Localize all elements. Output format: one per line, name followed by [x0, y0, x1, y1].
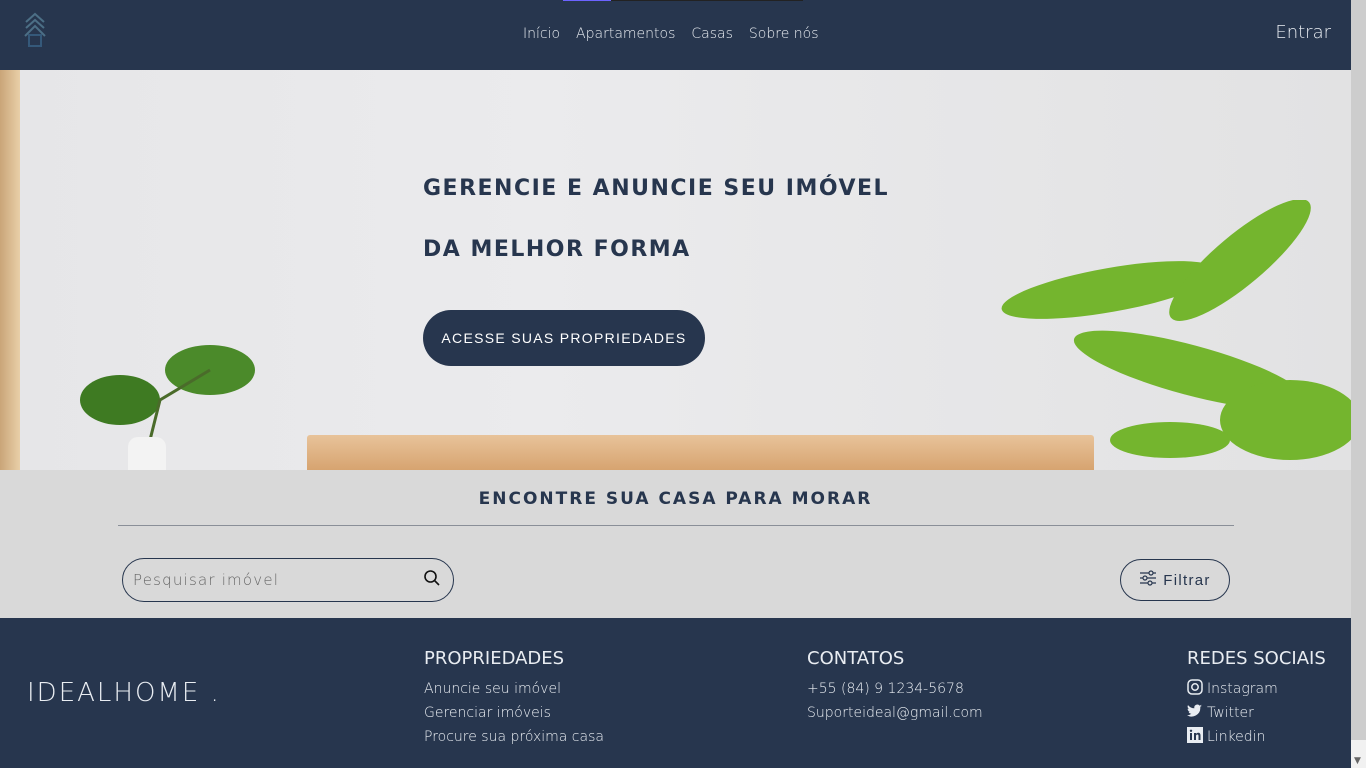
footer-link[interactable]: Procure sua próxima casa — [424, 725, 604, 749]
filter-button[interactable]: Filtrar — [1120, 559, 1230, 601]
search-section: ENCONTRE SUA CASA PARA MORAR Filtrar — [0, 470, 1351, 618]
footer-col-redes: REDES SOCIAIS Instagram Twitter Linkedin — [1187, 648, 1326, 749]
search-input[interactable] — [133, 571, 423, 589]
footer-phone[interactable]: +55 (84) 9 1234-5678 — [807, 677, 983, 701]
login-link[interactable]: Entrar — [1275, 22, 1331, 43]
nav-sobre[interactable]: Sobre nós — [749, 26, 819, 42]
footer-col-title: CONTATOS — [807, 648, 905, 669]
twitter-icon — [1187, 704, 1203, 722]
footer-col-title: REDES SOCIAIS — [1187, 648, 1326, 669]
search-box — [122, 558, 454, 602]
hero-title-line1: GERENCIE E ANUNCIE SEU IMÓVEL — [423, 176, 890, 201]
hero-title-line2: DA MELHOR FORMA — [423, 237, 691, 262]
nav-inicio[interactable]: Início — [523, 26, 560, 42]
plant-right-image — [1001, 200, 1351, 460]
footer-linkedin-link[interactable]: Linkedin — [1187, 725, 1326, 749]
vase-image — [128, 437, 166, 470]
search-icon[interactable] — [423, 569, 441, 591]
plant-left-image — [80, 345, 255, 441]
home-logo-icon[interactable] — [22, 12, 48, 52]
loading-bar — [563, 0, 803, 1]
cabinet-image — [307, 435, 1094, 470]
nav-casas[interactable]: Casas — [691, 26, 733, 42]
footer-link[interactable]: Gerenciar imóveis — [424, 701, 604, 725]
sliders-icon — [1139, 570, 1157, 590]
footer-col-propriedades: PROPRIEDADES Anuncie seu imóvel Gerencia… — [424, 648, 604, 749]
scroll-down-arrow-icon[interactable]: ▼ — [1354, 756, 1361, 766]
search-title: ENCONTRE SUA CASA PARA MORAR — [478, 489, 873, 509]
footer-twitter-link[interactable]: Twitter — [1187, 701, 1326, 725]
scrollbar-thumb[interactable] — [1351, 0, 1366, 740]
hero-frame-decoration — [0, 70, 20, 470]
linkedin-icon — [1187, 727, 1203, 747]
footer-col-title: PROPRIEDADES — [424, 648, 565, 669]
divider — [118, 525, 1234, 526]
nav-apartamentos[interactable]: Apartamentos — [576, 26, 675, 42]
navbar: Início Apartamentos Casas Sobre nós Entr… — [0, 0, 1351, 70]
linkedin-label: Linkedin — [1207, 729, 1266, 745]
twitter-label: Twitter — [1207, 705, 1254, 721]
footer-email[interactable]: Suporteideal@gmail.com — [807, 701, 983, 725]
instagram-icon — [1187, 679, 1203, 699]
footer-link[interactable]: Anuncie seu imóvel — [424, 677, 604, 701]
access-properties-button[interactable]: ACESSE SUAS PROPRIEDADES — [423, 310, 705, 366]
scrollbar[interactable]: ▼ — [1351, 0, 1366, 768]
footer: IDEALHOME . PROPRIEDADES Anuncie seu imó… — [0, 618, 1351, 768]
instagram-label: Instagram — [1207, 681, 1278, 697]
main-menu: Início Apartamentos Casas Sobre nós — [523, 26, 819, 42]
footer-col-contatos: CONTATOS +55 (84) 9 1234-5678 Suporteide… — [807, 648, 983, 725]
footer-instagram-link[interactable]: Instagram — [1187, 677, 1326, 701]
hero-banner: GERENCIE E ANUNCIE SEU IMÓVEL DA MELHOR … — [0, 70, 1351, 470]
footer-brand: IDEALHOME . — [27, 678, 221, 708]
filter-label: Filtrar — [1163, 571, 1211, 589]
